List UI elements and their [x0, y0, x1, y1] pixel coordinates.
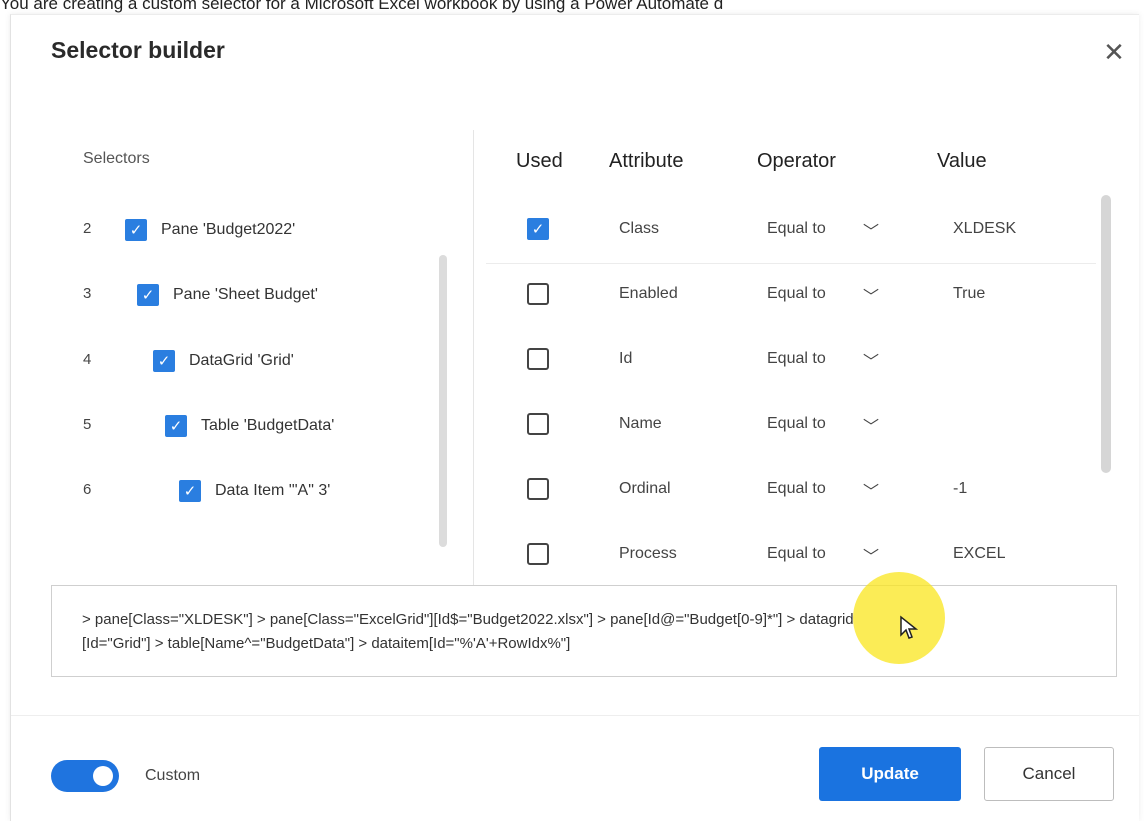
selector-number: 2 — [83, 220, 92, 237]
used-checkbox[interactable] — [527, 543, 549, 565]
operator-select[interactable]: Equal to — [767, 480, 826, 498]
chevron-down-icon[interactable]: ﹀ — [863, 413, 879, 437]
chevron-down-icon[interactable]: ﹀ — [863, 478, 879, 502]
selector-item[interactable]: ✓ Data Item '"A" 3' — [179, 476, 330, 506]
chevron-down-icon[interactable]: ﹀ — [863, 218, 879, 242]
selector-text-line: [Id="Grid"] > table[Name^="BudgetData"] … — [82, 635, 571, 652]
mouse-pointer-icon — [900, 615, 919, 639]
checkbox-checked-icon[interactable]: ✓ — [137, 284, 159, 306]
operator-select[interactable]: Equal to — [767, 545, 826, 563]
column-header-operator: Operator — [757, 150, 836, 172]
selector-number: 6 — [83, 481, 92, 498]
column-header-used: Used — [516, 150, 563, 172]
selector-number: 5 — [83, 416, 92, 433]
checkbox-checked-icon[interactable]: ✓ — [153, 350, 175, 372]
attribute-name: Process — [619, 545, 677, 562]
selector-item[interactable]: ✓ Table 'BudgetData' — [165, 411, 334, 441]
selectors-header: Selectors — [83, 150, 150, 167]
panel-divider — [473, 130, 474, 592]
operator-select[interactable]: Equal to — [767, 415, 826, 433]
close-icon[interactable]: ✕ — [1101, 39, 1127, 65]
selector-label: Table 'BudgetData' — [201, 417, 335, 434]
used-checkbox[interactable] — [527, 413, 549, 435]
selector-item[interactable]: ✓ Pane 'Sheet Budget' — [137, 280, 318, 310]
operator-select[interactable]: Equal to — [767, 220, 826, 238]
attribute-value[interactable]: EXCEL — [953, 545, 1005, 563]
used-checkbox[interactable]: ✓ — [527, 218, 549, 240]
column-header-value: Value — [937, 150, 987, 172]
column-header-attribute: Attribute — [609, 150, 684, 172]
checkbox-checked-icon[interactable]: ✓ — [165, 415, 187, 437]
selector-item[interactable]: ✓ DataGrid 'Grid' — [153, 346, 294, 376]
dialog-title: Selector builder — [51, 37, 225, 63]
operator-select[interactable]: Equal to — [767, 285, 826, 303]
selector-item[interactable]: ✓ Pane 'Budget2022' — [125, 215, 295, 245]
used-checkbox[interactable] — [527, 348, 549, 370]
attribute-name: Id — [619, 350, 633, 367]
chevron-down-icon[interactable]: ﹀ — [863, 543, 879, 567]
selector-label: Pane 'Sheet Budget' — [173, 286, 318, 303]
attribute-name: Enabled — [619, 285, 678, 302]
attribute-name: Name — [619, 415, 662, 432]
used-checkbox[interactable] — [527, 478, 549, 500]
selector-text-editor[interactable]: > pane[Class="XLDESK"] > pane[Class="Exc… — [51, 585, 1117, 677]
chevron-down-icon[interactable]: ﹀ — [863, 348, 879, 372]
selector-label: Pane 'Budget2022' — [161, 221, 296, 238]
selector-builder-dialog: Selector builder ✕ Selectors 2 ✓ Pane 'B… — [10, 14, 1139, 821]
footer-divider — [11, 715, 1139, 716]
selector-number: 4 — [83, 351, 92, 368]
checkbox-checked-icon[interactable]: ✓ — [179, 480, 201, 502]
selector-number: 3 — [83, 285, 92, 302]
row-divider — [486, 263, 1096, 264]
selector-text-line: > pane[Class="XLDESK"] > pane[Class="Exc… — [82, 611, 854, 628]
chevron-down-icon[interactable]: ﹀ — [863, 283, 879, 307]
cancel-button[interactable]: Cancel — [984, 747, 1114, 801]
attribute-value[interactable]: XLDESK — [953, 220, 1016, 238]
custom-toggle-label: Custom — [145, 767, 201, 784]
selectors-scrollbar[interactable] — [439, 255, 447, 547]
toggle-knob — [93, 766, 113, 786]
operator-select[interactable]: Equal to — [767, 350, 826, 368]
used-checkbox[interactable] — [527, 283, 549, 305]
attribute-value[interactable]: True — [953, 285, 985, 303]
custom-toggle[interactable] — [51, 760, 119, 792]
attribute-name: Class — [619, 220, 660, 237]
selector-label: DataGrid 'Grid' — [189, 352, 294, 369]
attribute-name: Ordinal — [619, 480, 671, 497]
attributes-scrollbar[interactable] — [1101, 195, 1111, 473]
update-button[interactable]: Update — [819, 747, 961, 801]
checkbox-checked-icon[interactable]: ✓ — [125, 219, 147, 241]
attribute-value[interactable]: -1 — [953, 480, 967, 498]
selector-label: Data Item '"A" 3' — [215, 482, 331, 499]
